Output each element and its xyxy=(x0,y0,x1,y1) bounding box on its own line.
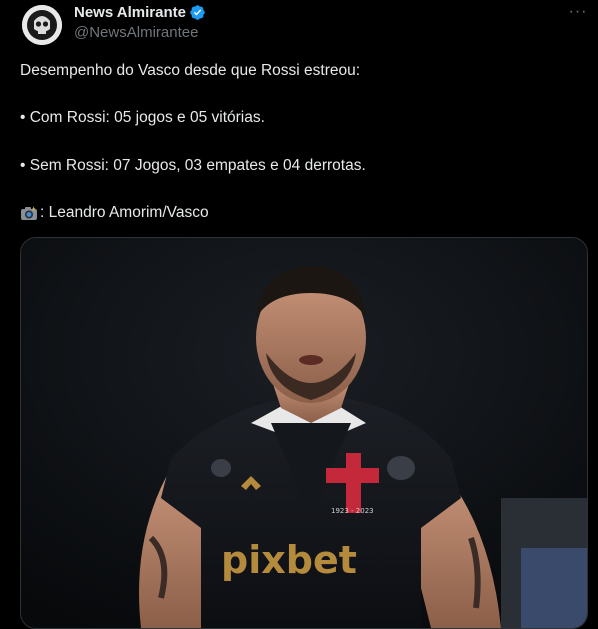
tweet-text-line-3: • Sem Rossi: 07 Jogos, 03 empates e 04 d… xyxy=(20,157,366,174)
author-display-name[interactable]: News Almirante xyxy=(74,4,186,21)
player-photo-illustration: pixbet 1923 - 2023 xyxy=(21,238,587,628)
tweet-text-line-2: • Com Rossi: 05 jogos e 05 vitórias. xyxy=(20,109,265,126)
skull-avatar-icon xyxy=(22,5,62,45)
tweet-text-line-4: : Leandro Amorim/Vasco xyxy=(20,204,209,222)
tweet-text-line-1: Desempenho do Vasco desde que Rossi estr… xyxy=(20,62,361,79)
photo-credit-text: : Leandro Amorim/Vasco xyxy=(40,204,209,221)
author-avatar[interactable] xyxy=(22,5,62,45)
author-name-row[interactable]: News Almirante xyxy=(74,4,206,21)
jersey-sponsor-text: pixbet xyxy=(221,538,357,582)
tweet[interactable]: News Almirante @NewsAlmirantee ··· Desem… xyxy=(0,0,598,629)
camera-flash-icon xyxy=(20,205,38,221)
crest-text: 1923 - 2023 xyxy=(331,507,374,515)
more-options-icon[interactable]: ··· xyxy=(566,4,590,24)
author-handle[interactable]: @NewsAlmirantee xyxy=(74,24,198,41)
tweet-photo[interactable]: pixbet 1923 - 2023 xyxy=(20,237,588,629)
verified-badge-icon xyxy=(189,4,206,21)
